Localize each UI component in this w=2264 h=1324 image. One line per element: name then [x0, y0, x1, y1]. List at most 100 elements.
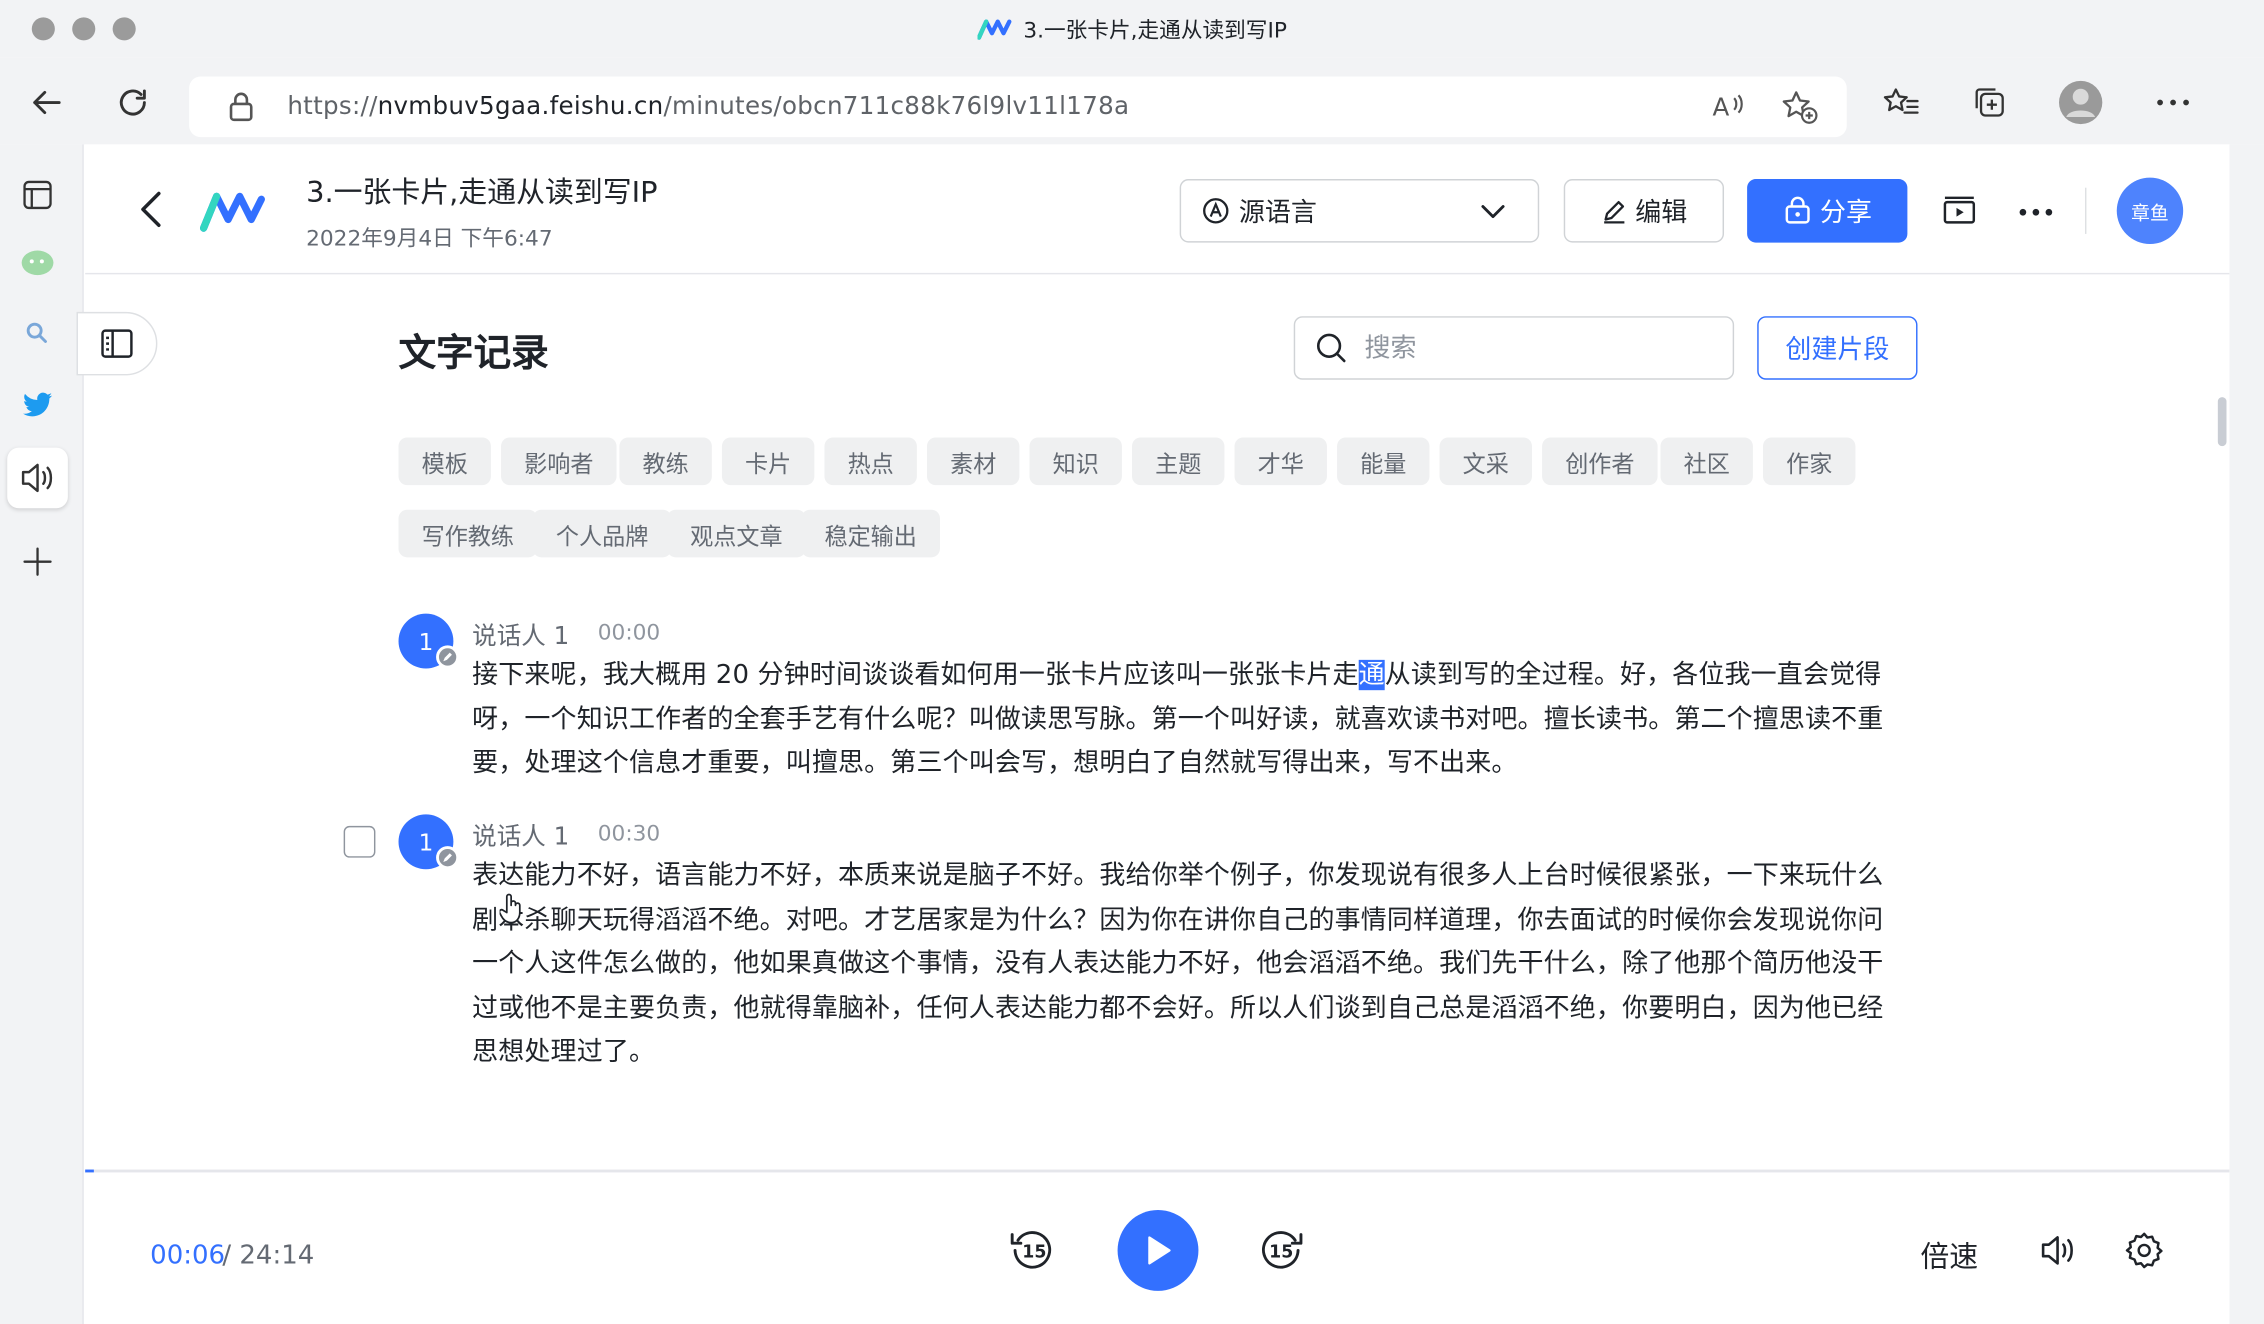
- more-horizontal-icon: [2157, 99, 2189, 106]
- more-menu-button[interactable]: [2149, 78, 2198, 127]
- favorites-list-icon: [1883, 88, 1919, 114]
- skip-back-button[interactable]: 15: [1006, 1224, 1058, 1276]
- chevron-left-icon: [141, 191, 161, 227]
- window-title: 3.一张卡片,走通从读到写IP: [0, 14, 2264, 46]
- player-settings-button[interactable]: [2121, 1227, 2167, 1273]
- lock-icon[interactable]: [227, 91, 256, 129]
- edit-button[interactable]: 编辑: [1563, 179, 1725, 243]
- keyword-tag[interactable]: 社区: [1660, 437, 1753, 486]
- keyword-tag[interactable]: 文采: [1439, 437, 1533, 486]
- pencil-icon: [1603, 200, 1624, 224]
- search-icon: [26, 322, 47, 343]
- keyword-tag[interactable]: 素材: [926, 437, 1020, 486]
- edit-speaker-icon[interactable]: [436, 846, 460, 870]
- skip-forward-button[interactable]: 15: [1255, 1224, 1307, 1276]
- speaker-name[interactable]: 说话人 1: [472, 615, 569, 651]
- read-aloud-sidebar-button[interactable]: [7, 447, 68, 509]
- paragraph-text[interactable]: 表达能力不好，语言能力不好，本质来说是脑子不好。我给你举个例子，你发现说有很多人…: [472, 855, 1901, 1075]
- url-host: nvmbuv5gaa.feishu.cn: [377, 92, 664, 122]
- svg-text:15: 15: [1022, 1243, 1046, 1263]
- wechat-button[interactable]: [7, 234, 68, 295]
- sidebar-toggle-icon: [101, 329, 133, 358]
- keyword-tag[interactable]: 才华: [1234, 437, 1327, 486]
- keyword-tag[interactable]: 个人品牌: [532, 509, 672, 558]
- add-sidebar-app-button[interactable]: [7, 531, 68, 592]
- keyword-tag[interactable]: 模板: [398, 437, 491, 486]
- url-path: /minutes/obcn711c88k76l9lv11l178a: [663, 92, 1130, 122]
- window-titlebar: 3.一张卡片,走通从读到写IP: [0, 0, 2264, 58]
- keyword-tag[interactable]: 稳定输出: [801, 509, 941, 558]
- speaker-name[interactable]: 说话人 1: [472, 816, 569, 852]
- back-button[interactable]: [22, 78, 71, 127]
- language-select[interactable]: 源语言: [1179, 179, 1540, 243]
- translate-icon: [1203, 198, 1229, 224]
- keyword-tag[interactable]: 写作教练: [398, 509, 538, 558]
- keyword-tag[interactable]: 主题: [1132, 437, 1225, 486]
- keyword-tag[interactable]: 卡片: [721, 437, 815, 486]
- share-lock-icon: [1784, 196, 1809, 224]
- keyword-tag[interactable]: 热点: [824, 437, 917, 486]
- keyword-tag[interactable]: 影响者: [501, 437, 617, 486]
- user-avatar[interactable]: 章鱼: [2116, 177, 2184, 245]
- document-title: 3.一张卡片,走通从读到写IP: [306, 174, 658, 210]
- keyword-tag[interactable]: 能量: [1337, 437, 1430, 486]
- keyword-tag[interactable]: 创作者: [1542, 437, 1658, 486]
- search-input[interactable]: [1361, 331, 1680, 365]
- presentation-icon: [1943, 196, 1976, 224]
- volume-button[interactable]: [2036, 1227, 2082, 1273]
- tabs-panel-button[interactable]: [7, 165, 68, 226]
- profile-button[interactable]: [2056, 78, 2105, 127]
- twitter-button[interactable]: [7, 375, 68, 436]
- transcript-search[interactable]: [1293, 316, 1735, 380]
- playback-speed-button[interactable]: 倍速: [1920, 1233, 1978, 1275]
- audio-player: 00:06 / 24:14 15 15 倍速: [85, 1172, 2230, 1324]
- twitter-icon: [22, 392, 53, 417]
- read-aloud-icon[interactable]: A: [1711, 91, 1746, 129]
- transcript-heading: 文字记录: [398, 332, 549, 376]
- url-text[interactable]: https://nvmbuv5gaa.feishu.cn/minutes/obc…: [287, 92, 1129, 121]
- paragraph-text[interactable]: 接下来呢，我大概用 20 分钟时间谈谈看如何用一张卡片应该叫一张张卡片走通从读到…: [472, 654, 1901, 786]
- keyword-tag[interactable]: 作家: [1763, 437, 1856, 486]
- chevron-down-icon: [1481, 205, 1505, 219]
- presentation-button[interactable]: [1935, 188, 1984, 237]
- wechat-icon: [21, 250, 54, 276]
- address-bar[interactable]: https://nvmbuv5gaa.feishu.cn/minutes/obc…: [189, 76, 1847, 138]
- reload-icon: [119, 89, 146, 116]
- favorites-button[interactable]: [1877, 78, 1926, 127]
- paragraph-timestamp[interactable]: 00:30: [598, 820, 660, 846]
- more-actions-button[interactable]: [2011, 188, 2060, 237]
- speaker-icon: [21, 463, 53, 493]
- user-avatar-icon: [2059, 80, 2103, 125]
- play-button[interactable]: [1117, 1209, 1199, 1291]
- paragraph-timestamp[interactable]: 00:00: [598, 619, 660, 645]
- svg-text:15: 15: [1269, 1243, 1293, 1263]
- toggle-outline-button[interactable]: [76, 311, 158, 376]
- header-divider: [2084, 187, 2087, 234]
- plus-icon: [23, 547, 52, 576]
- total-time: / 24:14: [222, 1240, 315, 1271]
- create-clip-button[interactable]: 创建片段: [1757, 316, 1918, 380]
- paragraph-text-part: 接下来呢，我大概用 20 分钟时间谈谈看如何用一张卡片应该叫一张张卡片走: [472, 659, 1359, 691]
- more-horizontal-icon: [2019, 208, 2053, 216]
- volume-icon: [2041, 1236, 2073, 1265]
- search-sidebar-button[interactable]: [7, 303, 68, 364]
- edit-button-label: 编辑: [1635, 197, 1688, 229]
- keyword-tag[interactable]: 知识: [1029, 437, 1122, 486]
- collections-button[interactable]: [1965, 78, 2014, 127]
- add-favorite-icon[interactable]: [1780, 90, 1818, 130]
- paragraph-select-checkbox[interactable]: [343, 825, 376, 858]
- collections-icon: [1975, 88, 2004, 117]
- keyword-tag[interactable]: 教练: [619, 437, 712, 486]
- share-button[interactable]: 分享: [1747, 179, 1908, 243]
- play-icon: [1148, 1236, 1171, 1265]
- browser-sidebar: [0, 144, 84, 1324]
- arrow-left-icon: [33, 90, 61, 115]
- back-to-list-button[interactable]: [137, 189, 166, 235]
- scrollbar-thumb[interactable]: [2217, 397, 2227, 447]
- search-icon: [1316, 333, 1346, 363]
- keyword-tag[interactable]: 观点文章: [667, 509, 806, 558]
- reload-button[interactable]: [108, 78, 157, 127]
- share-button-label: 分享: [1820, 197, 1873, 229]
- minutes-logo-icon: [198, 185, 267, 243]
- edit-speaker-icon[interactable]: [436, 645, 460, 669]
